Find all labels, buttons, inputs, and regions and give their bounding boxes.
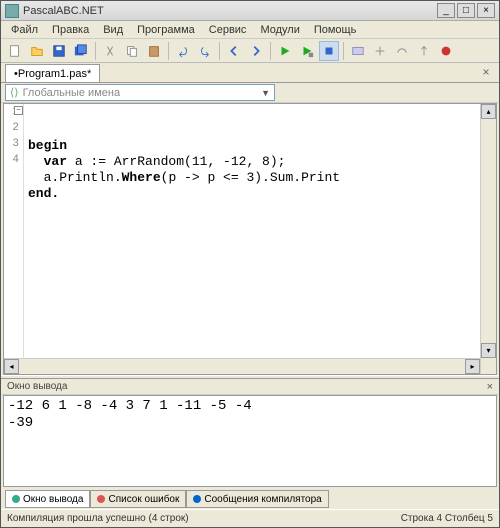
- toolbar: [1, 39, 499, 63]
- chevron-down-icon: ▼: [261, 88, 270, 98]
- app-icon: [5, 4, 19, 18]
- tab-program1[interactable]: •Program1.pas*: [5, 64, 100, 82]
- minimize-button[interactable]: _: [437, 3, 455, 18]
- menu-service[interactable]: Сервис: [203, 23, 253, 37]
- line-number: 2: [4, 122, 23, 138]
- nav-fwd-button[interactable]: [246, 41, 266, 61]
- open-button[interactable]: [27, 41, 47, 61]
- code-editor[interactable]: 1 2 3 4 − begin var a := ArrRandom(11, -…: [3, 103, 497, 375]
- bottab-label: Список ошибок: [108, 494, 179, 505]
- code-line: end.: [28, 186, 59, 201]
- output-line: -39: [8, 415, 33, 431]
- copy-button[interactable]: [122, 41, 142, 61]
- toolbar-sep5: [343, 42, 344, 60]
- run2-button[interactable]: [297, 41, 317, 61]
- run-button[interactable]: [275, 41, 295, 61]
- cut-button[interactable]: [100, 41, 120, 61]
- menu-file[interactable]: Файл: [5, 23, 44, 37]
- symbols-dropdown-row: ⟨⟩ Глобальные имена ▼: [1, 83, 499, 103]
- undo-button[interactable]: [173, 41, 193, 61]
- window-title: PascalABC.NET: [23, 5, 437, 17]
- app-window: PascalABC.NET _ □ × Файл Правка Вид Прог…: [0, 0, 500, 528]
- bottab-errors[interactable]: Список ошибок: [90, 490, 186, 508]
- bottab-compiler[interactable]: Сообщения компилятора: [186, 490, 328, 508]
- fold-toggle[interactable]: −: [14, 106, 23, 115]
- menu-help[interactable]: Помощь: [308, 23, 363, 37]
- close-button[interactable]: ×: [477, 3, 495, 18]
- toolbar-sep4: [270, 42, 271, 60]
- tab-label: •Program1.pas*: [14, 68, 91, 80]
- stepinto-button[interactable]: [370, 41, 390, 61]
- menu-program[interactable]: Программа: [131, 23, 201, 37]
- gutter: 1 2 3 4: [4, 104, 24, 374]
- bottab-output[interactable]: Окно вывода: [5, 490, 90, 508]
- vertical-scrollbar[interactable]: ▴ ▾: [480, 104, 496, 374]
- code-line: a.Println.Where(p -> p <= 3).Sum.Print: [28, 170, 340, 185]
- toolbar-sep2: [168, 42, 169, 60]
- dot-icon: [12, 495, 20, 503]
- symbols-dropdown[interactable]: ⟨⟩ Глобальные имена ▼: [5, 84, 275, 101]
- menu-view[interactable]: Вид: [97, 23, 129, 37]
- window-buttons: _ □ ×: [437, 3, 495, 18]
- line-number: 4: [4, 154, 23, 170]
- output-close-icon[interactable]: ×: [487, 381, 493, 393]
- scroll-right-button[interactable]: ▸: [465, 359, 480, 374]
- titlebar[interactable]: PascalABC.NET _ □ ×: [1, 1, 499, 21]
- bottab-label: Сообщения компилятора: [204, 494, 321, 505]
- scroll-up-button[interactable]: ▴: [481, 104, 496, 119]
- dot-icon: [193, 495, 201, 503]
- output-line: -12 6 1 -8 -4 3 7 1 -11 -5 -4: [8, 398, 252, 414]
- statusbar: Компиляция прошла успешно (4 строк) Стро…: [1, 509, 499, 527]
- output-header: Окно вывода ×: [1, 379, 499, 395]
- menubar: Файл Правка Вид Программа Сервис Модули …: [1, 21, 499, 39]
- dot-icon: [97, 495, 105, 503]
- toolbar-sep3: [219, 42, 220, 60]
- status-left: Компиляция прошла успешно (4 строк): [7, 513, 189, 524]
- file-tabs: •Program1.pas* ×: [1, 63, 499, 83]
- stop-button[interactable]: [319, 41, 339, 61]
- output-body[interactable]: -12 6 1 -8 -4 3 7 1 -11 -5 -4 -39: [3, 395, 497, 487]
- menu-edit[interactable]: Правка: [46, 23, 95, 37]
- code-line: var a := ArrRandom(11, -12, 8);: [28, 154, 285, 169]
- code-line: begin: [28, 138, 67, 153]
- tab-close-icon[interactable]: ×: [479, 65, 493, 79]
- dropdown-placeholder: Глобальные имена: [23, 87, 121, 99]
- new-file-button[interactable]: [5, 41, 25, 61]
- status-right: Строка 4 Столбец 5: [401, 513, 493, 524]
- bottab-label: Окно вывода: [23, 494, 83, 505]
- code-area[interactable]: − begin var a := ArrRandom(11, -12, 8); …: [24, 104, 496, 374]
- output-title: Окно вывода: [7, 381, 67, 392]
- stepover-button[interactable]: [392, 41, 412, 61]
- bottom-tabs: Окно вывода Список ошибок Сообщения комп…: [1, 489, 499, 509]
- paste-button[interactable]: [144, 41, 164, 61]
- nav-back-button[interactable]: [224, 41, 244, 61]
- menu-modules[interactable]: Модули: [254, 23, 305, 37]
- line-number: 3: [4, 138, 23, 154]
- output-panel: Окно вывода × -12 6 1 -8 -4 3 7 1 -11 -5…: [1, 379, 499, 489]
- maximize-button[interactable]: □: [457, 3, 475, 18]
- redo-button[interactable]: [195, 41, 215, 61]
- horizontal-scrollbar[interactable]: ◂ ▸: [4, 358, 480, 374]
- stepout-button[interactable]: [414, 41, 434, 61]
- compile-button[interactable]: [348, 41, 368, 61]
- scroll-down-button[interactable]: ▾: [481, 343, 496, 358]
- save-button[interactable]: [49, 41, 69, 61]
- scroll-left-button[interactable]: ◂: [4, 359, 19, 374]
- breakpoint-button[interactable]: [436, 41, 456, 61]
- toolbar-sep: [95, 42, 96, 60]
- saveall-button[interactable]: [71, 41, 91, 61]
